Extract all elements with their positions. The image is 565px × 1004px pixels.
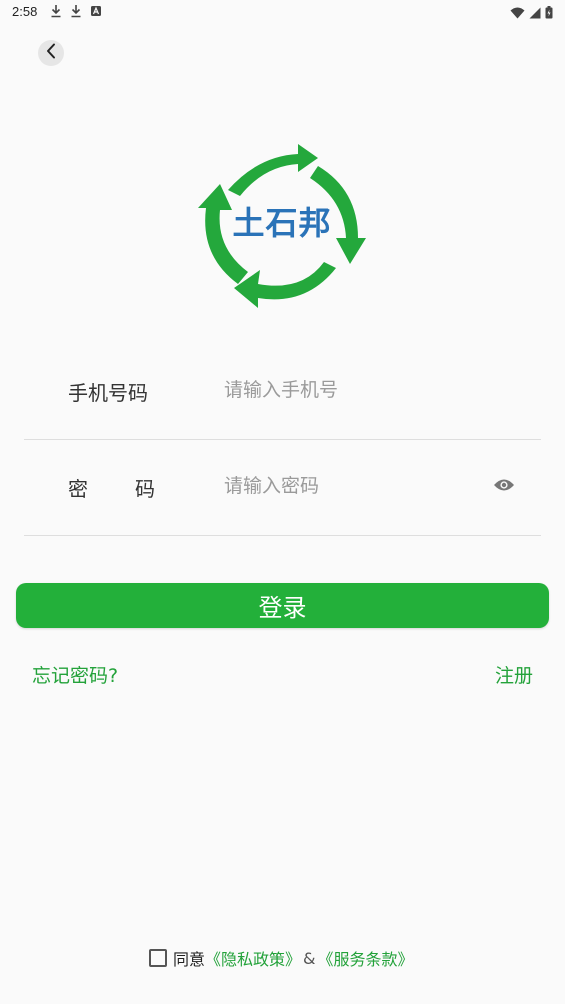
phone-input[interactable]: [224, 373, 484, 407]
password-row: 密 码: [24, 439, 541, 536]
phone-row: 手机号码: [24, 343, 541, 440]
signal-icon: [529, 4, 541, 23]
eye-icon[interactable]: [493, 477, 515, 493]
back-button[interactable]: [38, 40, 64, 66]
wifi-icon: [510, 4, 525, 23]
phone-label: 手机号码: [68, 381, 148, 405]
download-icon: [50, 4, 62, 18]
status-time: 2:58: [12, 4, 38, 19]
status-bar: 2:58: [0, 0, 565, 24]
password-input[interactable]: [224, 469, 484, 503]
status-notification-icons: [50, 4, 102, 18]
agree-separator: &: [303, 948, 316, 968]
agree-prefix: 同意: [173, 950, 206, 969]
status-system-icons: [510, 4, 553, 23]
logo-text: 土石邦: [232, 204, 332, 242]
login-button[interactable]: 登录: [16, 583, 549, 628]
agreement-row: 同意 《隐私政策》 & 《服务条款》: [149, 946, 414, 970]
app-logo: 土石邦: [198, 138, 366, 308]
password-label-second: 码: [135, 477, 155, 501]
forgot-password-link[interactable]: 忘记密码?: [32, 661, 118, 688]
battery-icon: [545, 4, 553, 23]
password-label-first: 密: [68, 477, 88, 501]
chevron-left-icon: [45, 43, 57, 63]
a-badge-icon: [90, 4, 102, 18]
terms-of-service-link[interactable]: 《服务条款》: [318, 946, 414, 970]
privacy-policy-link[interactable]: 《隐私政策》: [205, 946, 301, 970]
download-icon: [70, 4, 82, 18]
register-link[interactable]: 注册: [495, 661, 533, 688]
agree-checkbox[interactable]: [149, 949, 167, 967]
